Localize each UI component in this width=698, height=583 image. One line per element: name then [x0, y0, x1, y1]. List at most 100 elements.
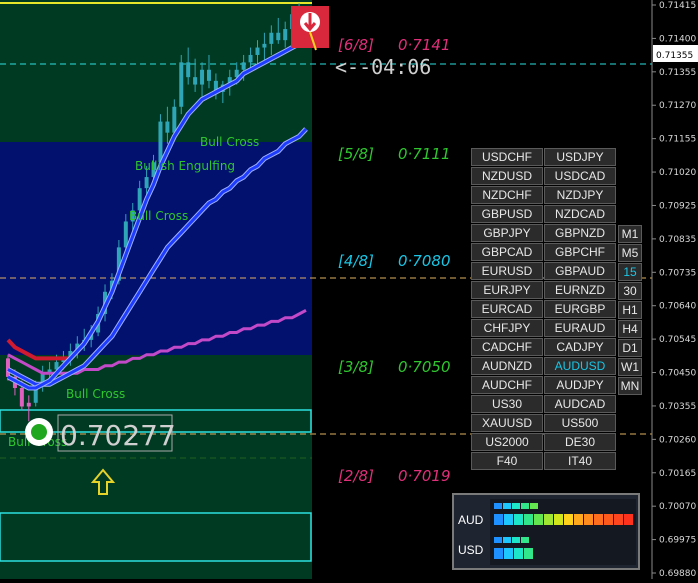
axis-tick-label: 0.71270 [659, 101, 696, 111]
bull-cross-label-3: Bull Cross [66, 387, 125, 401]
symbol-button-audjpy[interactable]: AUDJPY [544, 376, 616, 394]
bull-cross-label-2: Bull Cross [129, 209, 188, 223]
strength-bar-segment [521, 537, 529, 543]
symbol-button-cadchf[interactable]: CADCHF [471, 338, 543, 356]
axis-tick-label: 0.70070 [659, 502, 696, 512]
strength-bar-segment [594, 514, 603, 525]
candle-body [248, 54, 253, 63]
murrey-level-label: [5/8] [338, 145, 374, 163]
symbol-button-gbpcad[interactable]: GBPCAD [471, 243, 543, 261]
symbol-button-nzdusd[interactable]: NZDUSD [471, 167, 543, 185]
symbol-button-nzdcad[interactable]: NZDCAD [544, 205, 616, 223]
axis-tick-label: 0.70835 [659, 235, 696, 245]
candle-body [165, 121, 170, 133]
strength-bar-segment [530, 503, 538, 509]
candle-body [269, 32, 274, 44]
murrey-level-value: 0·7111 [398, 145, 451, 163]
symbol-button-eurusd[interactable]: EURUSD [471, 262, 543, 280]
strength-bar-segment [564, 514, 573, 525]
strength-bar-segment [494, 503, 502, 509]
symbol-button-nzdjpy[interactable]: NZDJPY [544, 186, 616, 204]
symbol-button-gbpusd[interactable]: GBPUSD [471, 205, 543, 223]
symbol-button-us2000[interactable]: US2000 [471, 433, 543, 451]
timeframe-button-m1[interactable]: M1 [618, 225, 642, 243]
symbol-button-usdchf[interactable]: USDCHF [471, 148, 543, 166]
strength-bar-segment [504, 514, 513, 525]
candle-body [276, 32, 281, 41]
murrey-level-label: [2/8] [338, 467, 374, 485]
trading-chart[interactable]: 0.71415 0.71400 0.71355 0.71270 0.71155 0.710… [0, 0, 698, 579]
strength-bar-segment [521, 503, 529, 509]
symbol-button-us30[interactable]: US30 [471, 395, 543, 413]
candle-body [255, 47, 260, 55]
symbol-button-eurgbp[interactable]: EURGBP [544, 300, 616, 318]
symbol-button-euraud[interactable]: EURAUD [544, 319, 616, 337]
symbol-button-it40[interactable]: IT40 [544, 452, 616, 470]
symbol-button-gbpchf[interactable]: GBPCHF [544, 243, 616, 261]
symbol-button-audusd[interactable]: AUDUSD [544, 357, 616, 375]
axis-tick-label: 0.71355 [659, 68, 696, 78]
candle-body [283, 29, 288, 41]
symbol-button-nzdchf[interactable]: NZDCHF [471, 186, 543, 204]
candle-body [200, 69, 205, 85]
strength-bar-segment [494, 548, 503, 559]
candle-body [262, 43, 267, 48]
bullish-engulfing-label: Bullish Engulfing [135, 159, 235, 173]
symbol-button-gbpjpy[interactable]: GBPJPY [471, 224, 543, 242]
symbol-button-eurcad[interactable]: EURCAD [471, 300, 543, 318]
strength-bar-segment [574, 514, 583, 525]
candle-body [158, 121, 163, 163]
timeframe-button-mn[interactable]: MN [618, 377, 642, 395]
symbol-button-audchf[interactable]: AUDCHF [471, 376, 543, 394]
symbol-button-usdjpy[interactable]: USDJPY [544, 148, 616, 166]
symbol-button-f40[interactable]: F40 [471, 452, 543, 470]
candle-body [26, 402, 31, 407]
murrey-level-label: [6/8] [338, 36, 374, 54]
axis-tick-label: 0.70545 [659, 335, 696, 345]
symbol-button-audcad[interactable]: AUDCAD [544, 395, 616, 413]
axis-tick-label: 0.71400 [659, 34, 696, 44]
symbol-button-gbpnzd[interactable]: GBPNZD [544, 224, 616, 242]
strength-bar-segment [624, 514, 633, 525]
price-axis: 0.71415 0.71400 0.71355 0.71270 0.71155 0.710… [652, 1, 696, 579]
timeframe-button-30[interactable]: 30 [618, 282, 642, 300]
strength-meter [490, 499, 636, 565]
symbol-button-audnzd[interactable]: AUDNZD [471, 357, 543, 375]
candle-body [186, 62, 191, 78]
candle-body [19, 387, 24, 407]
symbol-button-chfjpy[interactable]: CHFJPY [471, 319, 543, 337]
timeframe-button-h1[interactable]: H1 [618, 301, 642, 319]
symbol-button-de30[interactable]: DE30 [544, 433, 616, 451]
symbol-button-usdcad[interactable]: USDCAD [544, 167, 616, 185]
murrey-levels: [6/8] 0·7141 [5/8] 0·7111 [4/8] 0·7080 [3/8] 0·… [338, 36, 451, 485]
strength-bar-segment [614, 514, 623, 525]
symbol-button-gbpaud[interactable]: GBPAUD [544, 262, 616, 280]
murrey-level-label: [3/8] [338, 358, 374, 376]
timeframe-button-m5[interactable]: M5 [618, 244, 642, 262]
symbol-button-cadjpy[interactable]: CADJPY [544, 338, 616, 356]
base-currency-label: AUD [458, 513, 484, 527]
current-price-value: 0.71355 [656, 51, 693, 61]
timeframe-button-15[interactable]: 15 [618, 263, 642, 281]
strength-bar-segment [512, 503, 520, 509]
murrey-level-value: 0·7080 [398, 252, 451, 270]
strength-bar-segment [503, 503, 511, 509]
zone-bottom-green [0, 355, 312, 579]
timeframe-button-d1[interactable]: D1 [618, 339, 642, 357]
currency-strength-panel: AUD USD [452, 493, 640, 570]
strength-bar-segment [494, 514, 503, 525]
symbol-button-eurjpy[interactable]: EURJPY [471, 281, 543, 299]
axis-tick-label: 0.70640 [659, 302, 696, 312]
timeframe-button-h4[interactable]: H4 [618, 320, 642, 338]
candle-body [123, 221, 128, 248]
entry-price-label: 0.70277 [60, 419, 176, 452]
candle-body [172, 106, 177, 133]
symbol-button-eurnzd[interactable]: EURNZD [544, 281, 616, 299]
strength-bar-segment [504, 548, 513, 559]
axis-tick-label: 0.71155 [659, 135, 696, 145]
symbol-button-xauusd[interactable]: XAUUSD [471, 414, 543, 432]
axis-tick-label: 0.70355 [659, 402, 696, 412]
murrey-level-value: 0·7019 [398, 467, 451, 485]
symbol-button-us500[interactable]: US500 [544, 414, 616, 432]
timeframe-button-w1[interactable]: W1 [618, 358, 642, 376]
